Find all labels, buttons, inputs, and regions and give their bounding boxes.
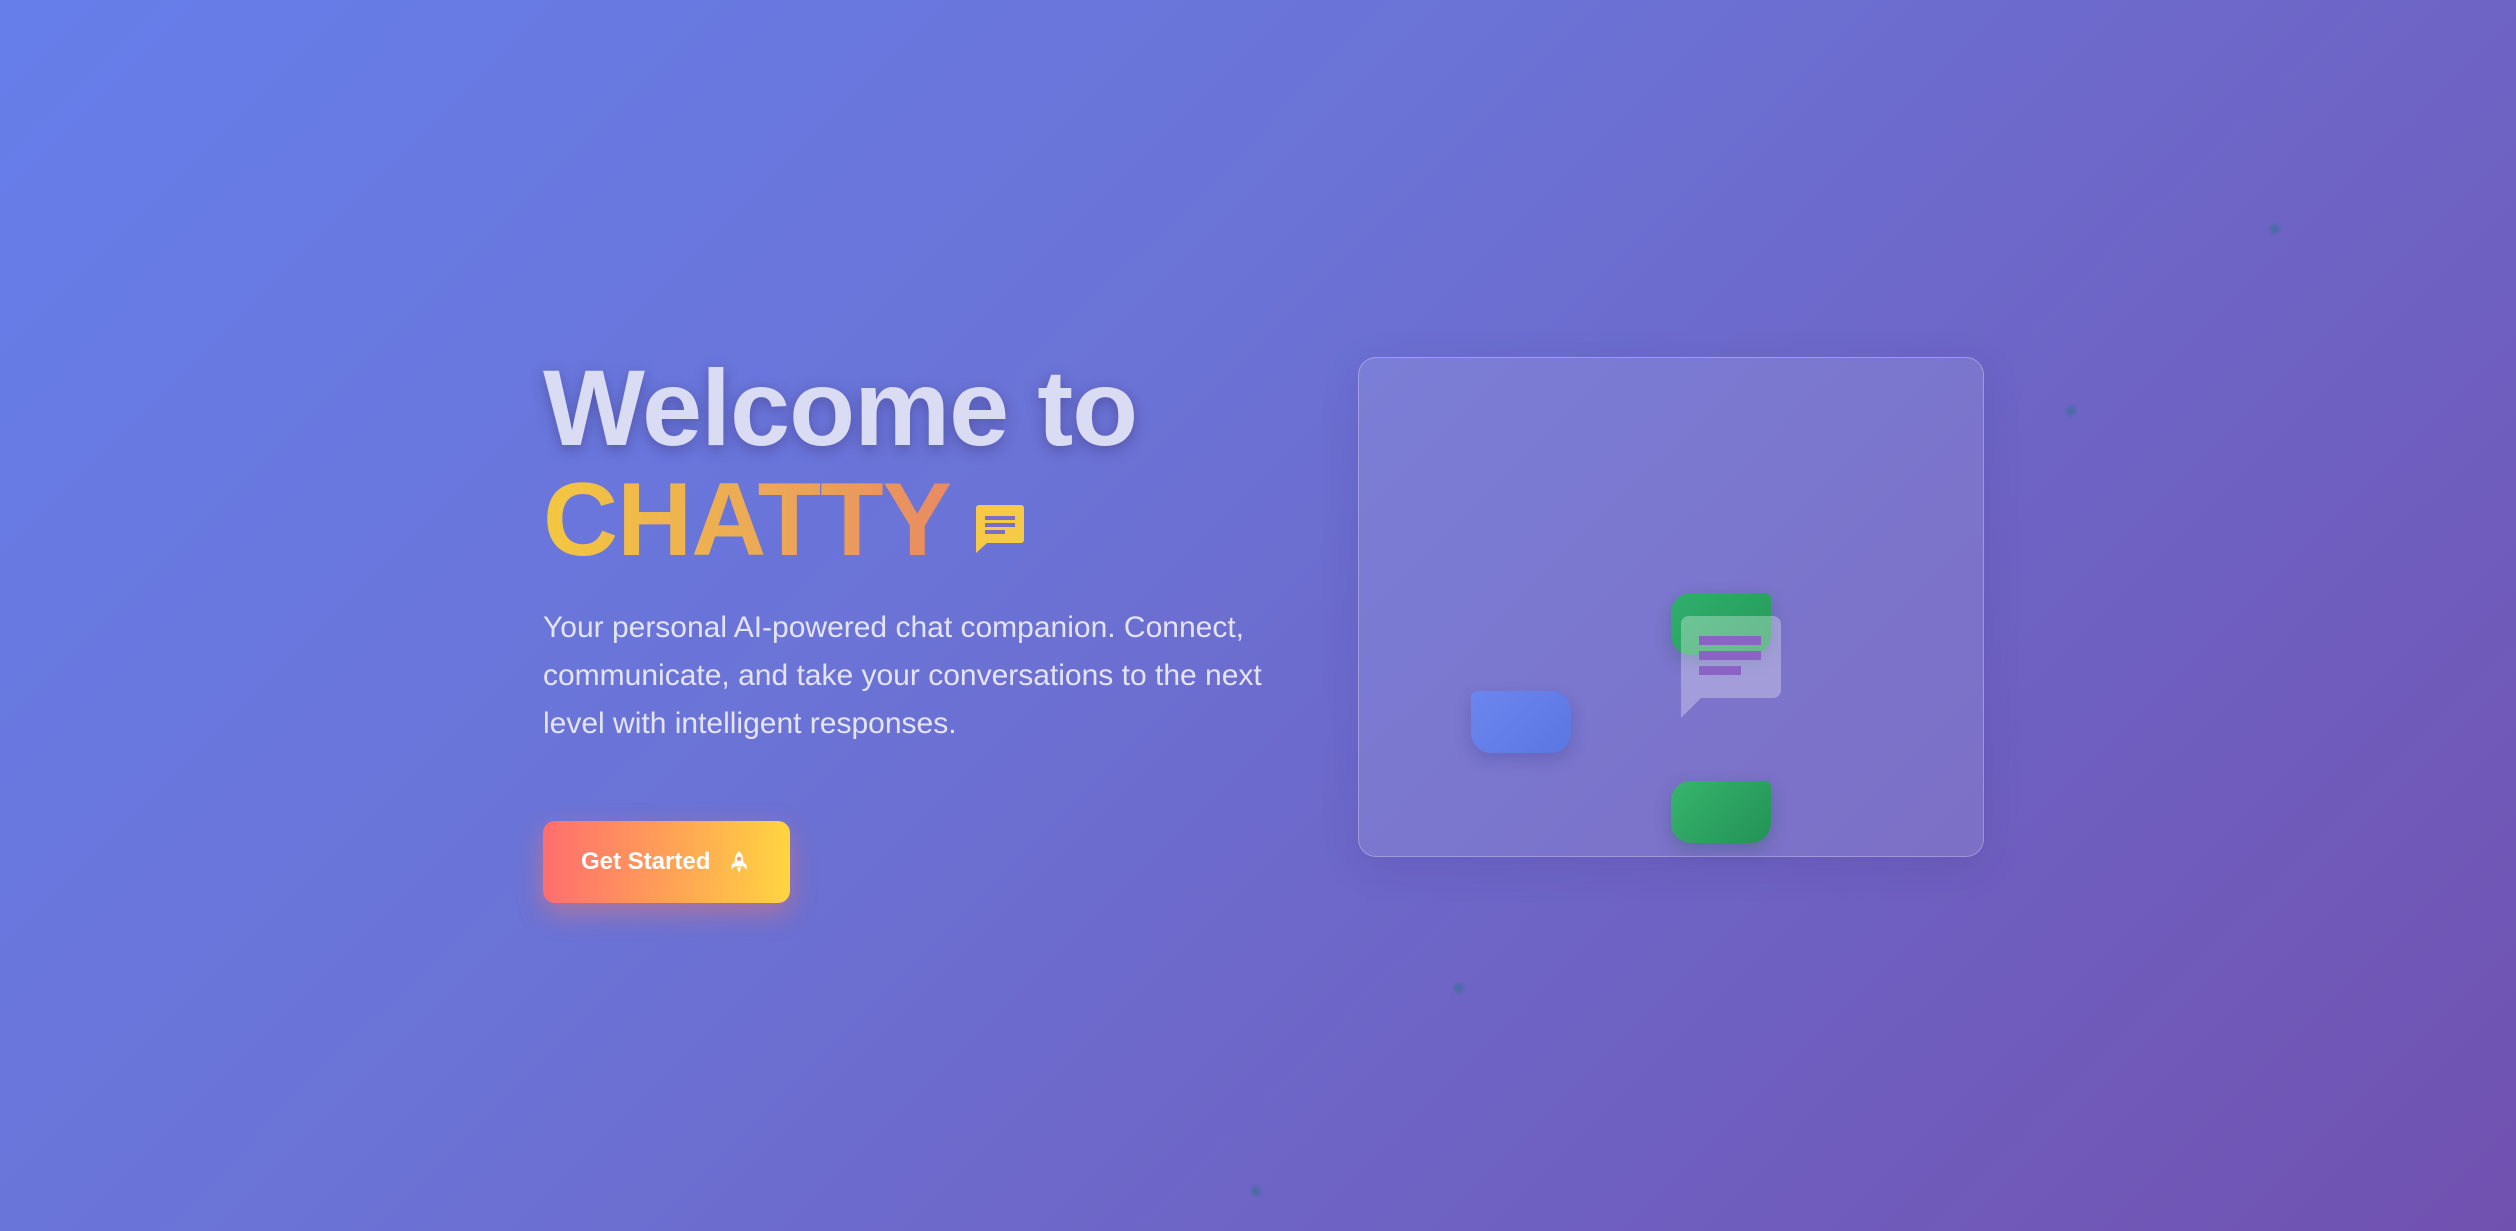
get-started-button[interactable]: Get Started: [543, 821, 791, 903]
decorative-dot: [2064, 404, 2078, 418]
chat-bubble-outgoing: [1471, 691, 1571, 753]
get-started-label: Get Started: [581, 848, 711, 875]
hero-title: Welcome to: [543, 347, 1138, 468]
hero-tagline: Your personal AI-powered chat companion.…: [543, 611, 1262, 740]
rocket-icon: [731, 851, 747, 873]
chat-bubble-incoming: [1671, 781, 1771, 843]
decorative-dot: [1452, 981, 1466, 995]
hero-section: Welcome to CHATTY Your personal AI-power…: [543, 352, 1283, 903]
chat-illustration-card: [1358, 357, 1984, 857]
chat-message-icon: [976, 505, 1025, 553]
brand-row: CHATTY: [543, 464, 1283, 576]
chat-message-icon: [1680, 616, 1781, 718]
brand-name: CHATTY: [543, 462, 952, 578]
decorative-dot: [2268, 222, 2282, 236]
decorative-dot: [1249, 1184, 1263, 1198]
